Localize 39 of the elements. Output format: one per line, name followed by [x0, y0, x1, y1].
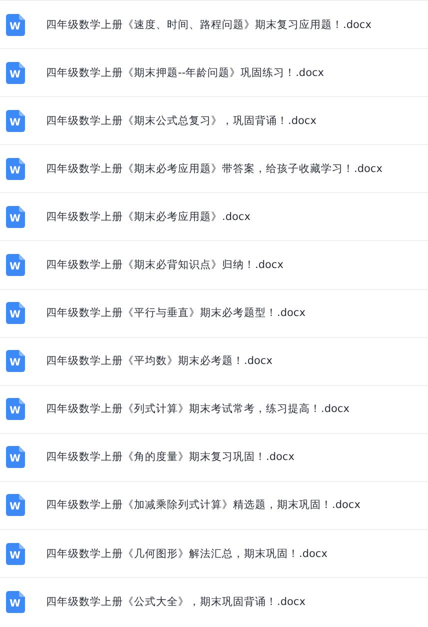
file-name: 四年级数学上册《期末必考应用题》.docx: [46, 210, 250, 224]
document-icon: W: [6, 494, 25, 516]
file-name: 四年级数学上册《几何图形》解法汇总，期末巩固！.docx: [46, 546, 328, 561]
document-icon: W: [6, 254, 25, 276]
file-name: 四年级数学上册《角的度量》期末复习巩固！.docx: [46, 450, 294, 464]
document-icon: W: [6, 206, 25, 228]
document-icon: W: [6, 302, 25, 324]
document-icon: W: [6, 62, 25, 84]
file-row[interactable]: W 四年级数学上册《期末必背知识点》归纳！.docx: [0, 241, 428, 290]
file-row[interactable]: W 四年级数学上册《期末必考应用题》带答案，给孩子收藏学习！.docx: [0, 145, 428, 194]
file-row[interactable]: W 四年级数学上册《速度、时间、路程问题》期末复习应用题！.docx: [0, 1, 428, 50]
file-name: 四年级数学上册《列式计算》期末考试常考，练习提高！.docx: [46, 402, 350, 416]
file-name: 四年级数学上册《期末押题--年龄问题》巩固练习！.docx: [46, 66, 324, 80]
file-row[interactable]: W 四年级数学上册《列式计算》期末考试常考，练习提高！.docx: [0, 386, 428, 434]
document-icon: W: [6, 591, 25, 614]
document-icon: W: [6, 446, 25, 468]
document-icon: W: [6, 14, 25, 36]
file-row[interactable]: W 四年级数学上册《几何图形》解法汇总，期末巩固！.docx: [0, 530, 428, 578]
file-row[interactable]: W 四年级数学上册《加减乘除列式计算》精选题，期末巩固！.docx: [0, 482, 428, 530]
file-name: 四年级数学上册《期末公式总复习》，巩固背诵！.docx: [46, 114, 316, 128]
file-name: 四年级数学上册《公式大全》，期末巩固背诵！.docx: [46, 595, 306, 610]
file-row[interactable]: W 四年级数学上册《角的度量》期末复习巩固！.docx: [0, 434, 428, 482]
file-row[interactable]: W 四年级数学上册《期末押题--年龄问题》巩固练习！.docx: [0, 49, 428, 98]
file-name: 四年级数学上册《期末必考应用题》带答案，给孩子收藏学习！.docx: [46, 162, 382, 176]
file-row[interactable]: W 四年级数学上册《平行与垂直》期末必考题型！.docx: [0, 290, 428, 338]
file-row[interactable]: W 四年级数学上册《平均数》期末必考题！.docx: [0, 338, 428, 386]
file-name: 四年级数学上册《速度、时间、路程问题》期末复习应用题！.docx: [46, 18, 372, 32]
document-icon: W: [6, 158, 25, 180]
file-row[interactable]: W 四年级数学上册《期末必考应用题》.docx: [0, 193, 428, 242]
document-icon: W: [6, 110, 25, 132]
file-row[interactable]: W 四年级数学上册《公式大全》，期末巩固背诵！.docx: [0, 578, 428, 626]
file-name: 四年级数学上册《加减乘除列式计算》精选题，期末巩固！.docx: [46, 498, 360, 512]
file-name: 四年级数学上册《期末必背知识点》归纳！.docx: [46, 258, 284, 272]
document-icon: W: [6, 350, 25, 372]
document-icon: W: [6, 398, 25, 420]
file-name: 四年级数学上册《平均数》期末必考题！.docx: [46, 354, 272, 368]
file-row[interactable]: W 四年级数学上册《期末公式总复习》，巩固背诵！.docx: [0, 97, 428, 146]
file-name: 四年级数学上册《平行与垂直》期末必考题型！.docx: [46, 306, 306, 320]
document-icon: W: [6, 542, 25, 565]
